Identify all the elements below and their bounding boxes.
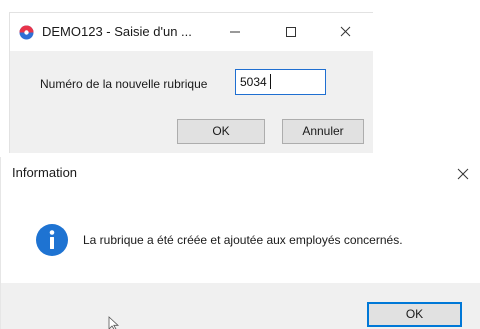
maximize-icon[interactable]	[280, 23, 302, 41]
text-caret	[270, 74, 271, 89]
close-icon[interactable]	[454, 165, 472, 183]
close-icon[interactable]	[335, 23, 357, 41]
cancel-button[interactable]: Annuler	[282, 119, 364, 144]
ok-button[interactable]: OK	[367, 302, 462, 327]
item-number-value: 5034	[240, 75, 267, 89]
create-item-dialog: DEMO123 - Saisie d'un ... Numéro de la n…	[9, 12, 373, 153]
minimize-icon[interactable]	[224, 23, 246, 41]
item-number-label: Numéro de la nouvelle rubrique	[40, 77, 208, 91]
ok-button[interactable]: OK	[177, 119, 265, 144]
app-logo-icon	[19, 25, 34, 40]
info-message: La rubrique a été créée et ajoutée aux e…	[83, 233, 403, 247]
window-title: Information	[12, 165, 78, 180]
title-bar[interactable]: DEMO123 - Saisie d'un ...	[10, 13, 373, 51]
mouse-pointer-icon	[108, 316, 120, 329]
info-icon	[36, 224, 68, 256]
window-title: DEMO123 - Saisie d'un ...	[42, 24, 192, 39]
item-number-input[interactable]: 5034	[235, 69, 326, 95]
